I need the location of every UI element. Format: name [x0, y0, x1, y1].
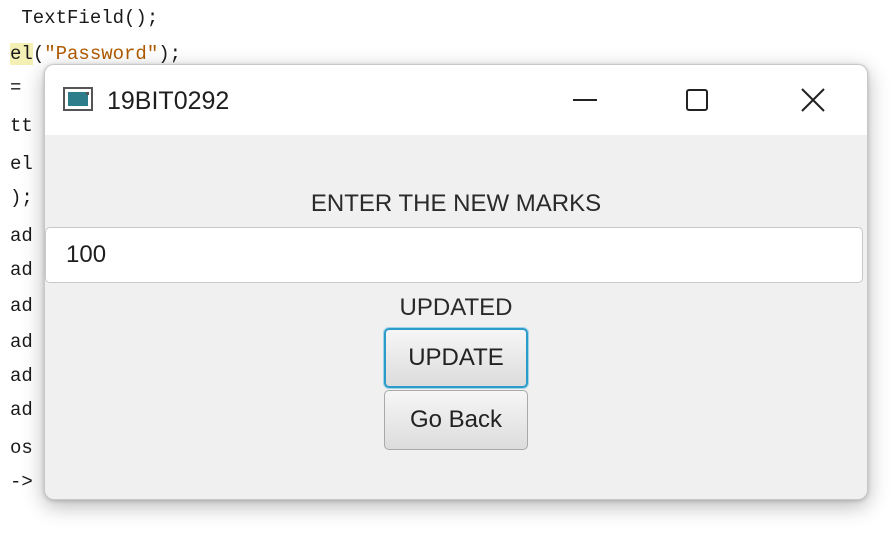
- code-line: tt: [10, 115, 33, 137]
- app-window-icon: [63, 87, 93, 111]
- minimize-button[interactable]: [550, 65, 620, 135]
- code-line: el: [10, 153, 33, 175]
- code-line: ad: [10, 331, 33, 353]
- code-line: el("Password");: [10, 43, 182, 65]
- close-button[interactable]: [778, 65, 848, 135]
- code-line: ad: [10, 225, 33, 247]
- maximize-button[interactable]: [662, 65, 732, 135]
- code-line: ->: [10, 471, 33, 493]
- code-line: os: [10, 437, 33, 459]
- marks-prompt-label: ENTER THE NEW MARKS: [310, 190, 602, 217]
- status-label: UPDATED: [399, 294, 513, 321]
- minimize-icon: [573, 99, 597, 101]
- window-title: 19BIT0292: [107, 87, 230, 115]
- code-line: =: [10, 77, 22, 99]
- code-line: );: [10, 187, 33, 209]
- title-bar[interactable]: 19BIT0292: [45, 65, 867, 135]
- code-line: ad: [10, 259, 33, 281]
- go-back-button[interactable]: Go Back: [384, 390, 528, 450]
- code-line: ad: [10, 365, 33, 387]
- close-icon: [801, 88, 825, 112]
- update-button[interactable]: UPDATE: [384, 328, 528, 388]
- update-marks-dialog: 19BIT0292 ENTER THE NEW MARKS UPDATED UP…: [44, 64, 868, 500]
- marks-input[interactable]: [45, 227, 863, 283]
- code-line: ad: [10, 295, 33, 317]
- code-line: TextField();: [10, 7, 159, 29]
- maximize-icon: [686, 89, 708, 111]
- code-line: ad: [10, 399, 33, 421]
